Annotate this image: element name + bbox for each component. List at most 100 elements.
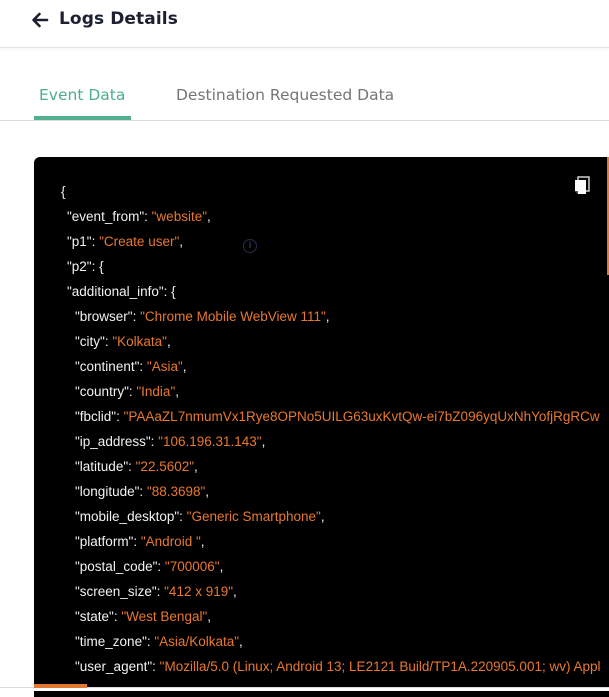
json-value: "Chrome Mobile WebView 111"	[140, 309, 326, 324]
json-line: "p2": {	[67, 257, 104, 277]
json-line: "mobile_desktop": "Generic Smartphone",	[75, 507, 325, 527]
json-line: "ip_address": "106.196.31.143",	[75, 432, 265, 452]
horizontal-scrollbar-thumb[interactable]	[34, 684, 87, 688]
json-key: "latitude"	[75, 459, 129, 474]
json-line: "country": "India",	[75, 382, 179, 402]
json-line: "longitude": "88.3698",	[75, 482, 209, 502]
tab-destination-requested-data[interactable]: Destination Requested Data	[176, 86, 394, 104]
json-punctuation: ,	[194, 459, 198, 474]
json-punctuation: ,	[205, 484, 210, 499]
json-punctuation: ,	[239, 634, 243, 649]
json-colon: :	[157, 559, 165, 574]
json-value: "PAAaZL7nmumVx1Rye8OPNo5UILG63uxKvtQw-ei…	[123, 409, 600, 424]
json-key: "additional_info"	[67, 284, 164, 299]
json-line: "fbclid": "PAAaZL7nmumVx1Rye8OPNo5UILG63…	[75, 407, 600, 427]
json-line: "state": "West Bengal",	[75, 607, 211, 627]
tab-bar: Event Data Destination Requested Data	[0, 82, 609, 121]
json-key: "platform"	[75, 534, 134, 549]
json-key: "city"	[75, 334, 105, 349]
json-value: "website"	[151, 209, 207, 224]
json-colon: :	[133, 534, 141, 549]
json-line: "latitude": "22.5602",	[75, 457, 198, 477]
json-colon: :	[91, 259, 100, 274]
json-value: "Create user"	[99, 234, 180, 249]
json-key: "screen_size"	[75, 584, 157, 599]
json-key: "browser"	[75, 309, 133, 324]
json-key: "ip_address"	[75, 434, 151, 449]
json-punctuation: ,	[261, 434, 266, 449]
json-key: "continent"	[75, 359, 140, 374]
json-value: "Asia"	[146, 359, 183, 374]
json-code-panel: { "event_from": "website", "p1": "Create …	[34, 157, 609, 697]
json-value: "22.5602"	[135, 459, 195, 474]
json-value: "Android "	[140, 534, 201, 549]
json-key: "postal_code"	[75, 559, 158, 574]
json-value: "Kolkata"	[112, 334, 167, 349]
page-title: Logs Details	[59, 9, 178, 29]
json-colon: :	[116, 409, 124, 424]
json-value: "412 x 919"	[164, 584, 234, 599]
json-colon: :	[144, 209, 152, 224]
json-punctuation: ,	[175, 384, 179, 399]
json-line: "time_zone": "Asia/Kolkata",	[75, 632, 243, 652]
json-punctuation: {	[171, 284, 176, 299]
json-punctuation: ,	[179, 234, 184, 249]
json-line: "event_from": "website",	[67, 207, 211, 227]
json-key: "mobile_desktop"	[75, 509, 180, 524]
json-punctuation: ,	[207, 609, 212, 624]
json-value: "700006"	[164, 559, 220, 574]
json-key: "p2"	[67, 259, 92, 274]
json-line: "continent": "Asia",	[75, 357, 187, 377]
json-punctuation: ,	[219, 559, 224, 574]
json-line: "p1": "Create user",	[67, 232, 183, 252]
json-value: "106.196.31.143"	[158, 434, 262, 449]
json-value: "India"	[136, 384, 176, 399]
json-key: "time_zone"	[75, 634, 147, 649]
json-punctuation: ,	[200, 534, 205, 549]
json-key: "longitude"	[75, 484, 140, 499]
json-value: "West Bengal"	[121, 609, 208, 624]
json-value: "Mozilla/5.0 (Linux; Android 13; LE2121 …	[159, 659, 601, 674]
json-key: "event_from"	[67, 209, 145, 224]
json-colon: :	[139, 359, 147, 374]
json-colon: :	[132, 309, 141, 324]
json-colon: :	[179, 509, 187, 524]
json-punctuation: ,	[320, 509, 325, 524]
json-value: "Generic Smartphone"	[186, 509, 321, 524]
tab-event-data[interactable]: Event Data	[39, 86, 125, 104]
json-value: "Asia/Kolkata"	[154, 634, 240, 649]
json-key: "fbclid"	[75, 409, 117, 424]
json-colon: :	[139, 484, 147, 499]
json-punctuation: ,	[166, 334, 171, 349]
active-tab-indicator	[34, 116, 131, 120]
json-line: "additional_info": {	[67, 282, 176, 302]
json-line: "city": "Kolkata",	[75, 332, 171, 352]
json-colon: :	[128, 459, 136, 474]
json-line: "screen_size": "412 x 919",	[75, 582, 237, 602]
copy-button[interactable]	[573, 176, 591, 196]
copy-icon	[575, 176, 590, 194]
json-key: "user_agent"	[75, 659, 153, 674]
json-open-brace: {	[61, 184, 66, 199]
arrow-left-icon	[32, 12, 49, 28]
json-punctuation: {	[99, 259, 104, 274]
json-key: "p1"	[67, 234, 92, 249]
json-colon: :	[156, 584, 165, 599]
horizontal-scroll-track	[0, 687, 609, 691]
json-key: "country"	[75, 384, 129, 399]
info-icon[interactable]: i	[243, 239, 257, 253]
json-line: "postal_code": "700006",	[75, 557, 223, 577]
json-line: "platform": "Android ",	[75, 532, 205, 552]
json-value: "88.3698"	[146, 484, 206, 499]
json-line: "user_agent": "Mozilla/5.0 (Linux; Andro…	[75, 657, 600, 677]
json-colon: :	[91, 234, 100, 249]
page-header: Logs Details	[0, 0, 609, 48]
json-punctuation: ,	[182, 359, 187, 374]
json-punctuation: ,	[325, 309, 330, 324]
json-colon: :	[152, 659, 160, 674]
json-punctuation: ,	[233, 584, 237, 599]
json-key: "state"	[75, 609, 114, 624]
json-punctuation: ,	[207, 209, 211, 224]
json-line: "browser": "Chrome Mobile WebView 111",	[75, 307, 330, 327]
back-button[interactable]	[30, 10, 50, 30]
